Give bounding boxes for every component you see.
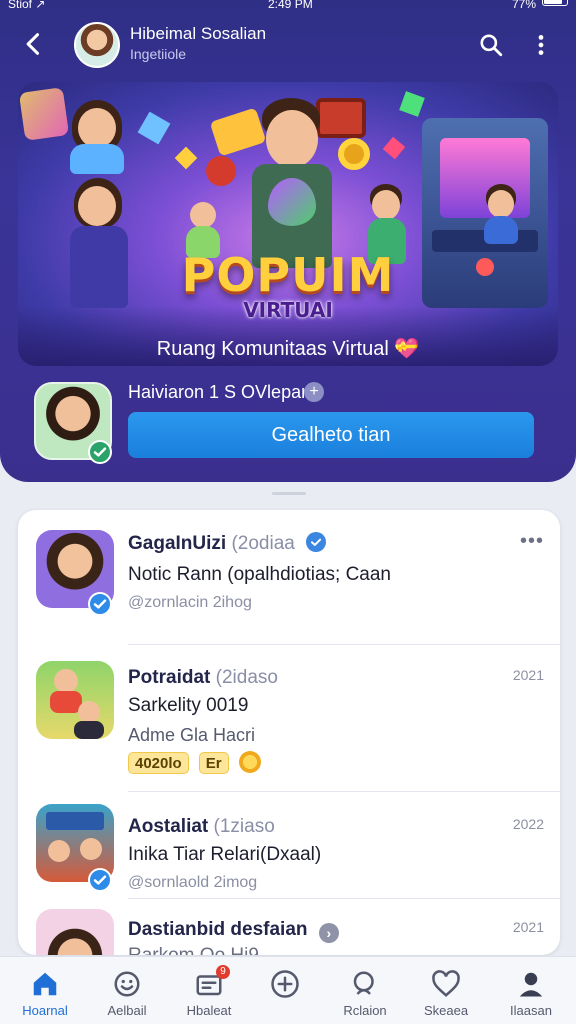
list-item[interactable]: GagaInUizi (2odiaa ••• Notic Rann (opalh… [18, 510, 560, 644]
search-icon [480, 34, 503, 57]
heart-icon [431, 969, 461, 999]
verified-check-icon [88, 592, 112, 616]
item-time: 2022 [512, 816, 544, 832]
item-meta: Adme Gla Hacri [128, 725, 256, 745]
hero-caption: Ruang Komunitaas Virtual 💝 [156, 338, 420, 360]
verified-check-icon [88, 440, 112, 464]
community-avatar[interactable] [74, 22, 120, 68]
nav-label: Hbaleat [186, 1003, 232, 1018]
item-handle: (2idaso [215, 667, 278, 688]
status-bar: Stiof ↗ 2:49 PM 77% [0, 0, 576, 14]
nav-tab-emoji[interactable]: Aelbail [86, 957, 168, 1024]
battery-icon [542, 0, 568, 6]
carrier-text: Stiof ↗ [8, 0, 46, 11]
notification-badge: 9 [216, 965, 230, 979]
list-item[interactable]: Aostaliat (1ziaso 2022 Inika Tiar Relari… [18, 792, 560, 898]
header-area: Stiof ↗ 2:49 PM 77% Hibeimal Sosalian In… [0, 0, 576, 482]
page-subtitle: Ingetiiole [130, 46, 187, 62]
nav-label: Ilaasan [510, 1003, 552, 1018]
item-handle: (1ziaso [213, 816, 275, 837]
item-title: Dastianbid desfaian › [128, 919, 339, 943]
hero-subtitle: VIRTUAI [243, 298, 333, 322]
item-meta: @zornlacin 2ihog [128, 594, 252, 611]
nav-tab-search[interactable]: Rclaion [324, 957, 406, 1024]
cube-shape [382, 136, 406, 160]
home-icon [30, 969, 60, 999]
feed-card: GagaInUizi (2odiaa ••• Notic Rann (opalh… [18, 510, 560, 955]
item-text: Rarkom Oo Hi9 [128, 945, 259, 955]
list-item[interactable]: Potraidat (2idaso 2021 Sarkelity 0019 Ad… [18, 645, 560, 791]
search-icon [350, 969, 380, 999]
item-title: GagaInUizi (2odiaa [128, 532, 327, 555]
list-item[interactable]: Dastianbid desfaian › 2021 Rarkom Oo Hi9 [18, 899, 560, 955]
character-hero-boy [244, 98, 340, 268]
app-bar: Hibeimal Sosalian Ingetiiole [0, 18, 576, 72]
cube-shape [399, 91, 425, 117]
cube-shape [174, 146, 198, 170]
nav-tab-likes[interactable]: Skeaea [405, 957, 487, 1024]
user-name: Haiviaron 1 S OVlepar [128, 382, 308, 402]
verified-check-icon [88, 868, 112, 892]
nav-label: Aelbail [107, 1003, 147, 1018]
battery-percent: 77% [511, 0, 536, 11]
item-time: 2021 [512, 919, 544, 935]
ball-shape [206, 156, 236, 186]
item-text: Notic Rann (opalhdiotias; Caan [128, 564, 391, 585]
nav-label: Hoarnal [22, 1003, 68, 1018]
cube-shape [137, 111, 171, 145]
character-girl-top [62, 98, 132, 174]
item-title: Potraidat (2idaso [128, 667, 278, 689]
item-handle: (2odiaa [231, 533, 295, 554]
character-arcade-player [478, 184, 524, 244]
nav-label: Rclaion [343, 1003, 387, 1018]
back-button[interactable] [20, 30, 48, 58]
item-text: Sarkelity 0019 [128, 695, 249, 716]
item-title: Aostaliat (1ziaso [128, 816, 275, 838]
ring-shape [338, 138, 370, 170]
nav-label: Skeaea [423, 1003, 469, 1018]
tag-pill[interactable]: Er [198, 752, 229, 774]
smile-icon [112, 969, 142, 999]
item-thumbnail [36, 909, 114, 955]
more-badge-icon: › [318, 923, 339, 943]
profile-icon [516, 969, 546, 999]
item-name: GagaInUizi [128, 533, 227, 554]
more-options-button[interactable]: ••• [520, 530, 544, 553]
page-title: Hibeimal Sosalian [130, 24, 267, 43]
coin-icon [238, 751, 261, 773]
item-name: Aostaliat [128, 816, 209, 837]
more-options-button[interactable] [528, 32, 554, 58]
item-thumbnail [36, 661, 114, 739]
more-vertical-icon [538, 35, 544, 55]
item-time: 2021 [512, 667, 544, 683]
nav-tab-inbox[interactable]: 9 Hbaleat [168, 957, 250, 1024]
item-meta: @sornlaold 2imog [128, 874, 258, 891]
item-name: Potraidat [128, 667, 211, 688]
nav-tab-profile[interactable]: Ilaasan [490, 957, 572, 1024]
verified-badge-icon [306, 532, 327, 552]
item-tags: 4020lo Er [128, 751, 261, 774]
item-name: Dastianbid desfaian [128, 919, 308, 940]
nav-tab-home[interactable]: Hoarnal [4, 957, 86, 1024]
status-time: 2:49 PM [268, 0, 313, 11]
search-button[interactable] [478, 32, 504, 58]
add-icon [270, 969, 300, 999]
tag-pill[interactable]: 4020lo [128, 752, 189, 774]
nav-tab-create[interactable] [244, 957, 326, 1024]
hero-banner[interactable]: POPUIM VIRTUAI Ruang Komunitaas Virtual … [18, 82, 558, 366]
join-button[interactable]: Gealheto tian [128, 412, 534, 458]
drag-handle[interactable] [272, 492, 306, 495]
chevron-left-icon [26, 33, 40, 55]
item-text: Inika Tiar Relari(Dxaal) [128, 844, 322, 865]
add-icon[interactable]: + [304, 382, 324, 402]
hero-title: POPUIM [181, 248, 395, 302]
bottom-navigation: Hoarnal Aelbail 9 Hbaleat Rclaion Skeaea… [0, 956, 576, 1024]
